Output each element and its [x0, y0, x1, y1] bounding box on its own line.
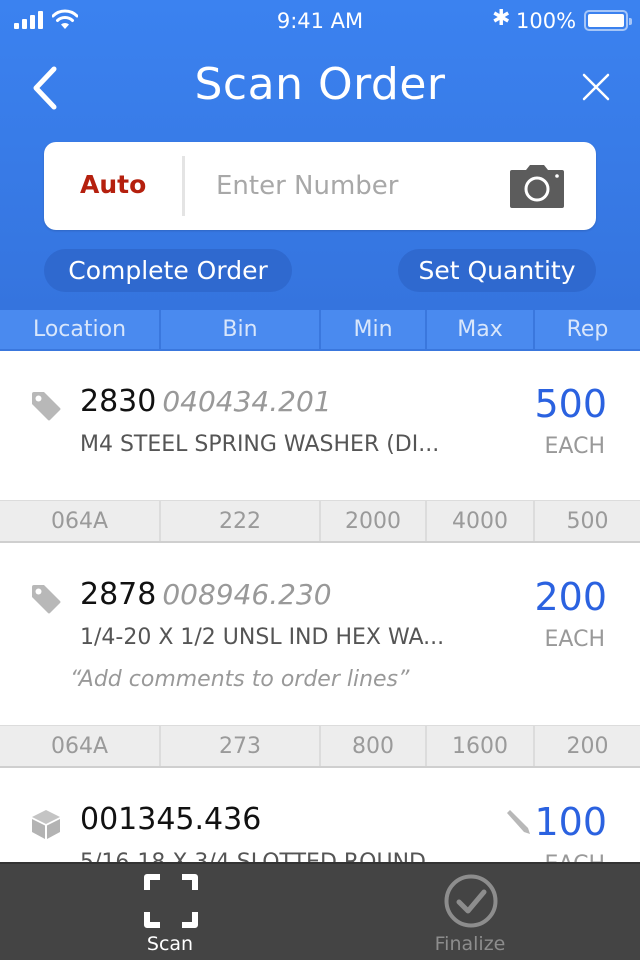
tab-scan-label: Scan — [146, 933, 194, 955]
column-header-bin: Bin — [161, 310, 321, 349]
tab-finalize-label: Finalize — [434, 933, 506, 955]
battery-icon — [584, 10, 632, 31]
tab-scan[interactable]: Scan — [90, 864, 250, 960]
column-header-max: Max — [427, 310, 535, 349]
detail-min: 2000 — [321, 501, 427, 541]
order-line[interactable]: 2830 040434.201 M4 STEEL SPRING WASHER (D… — [0, 352, 640, 500]
tab-bar: Scan Finalize — [0, 862, 640, 960]
search-divider — [182, 156, 185, 216]
header: 9:41 AM ✱ 100% Scan Order Auto Complete … — [0, 0, 640, 310]
status-bar: 9:41 AM ✱ 100% — [0, 0, 640, 42]
nav-bar: Scan Order — [0, 45, 640, 129]
detail-min: 800 — [321, 726, 427, 766]
item-sku: 040434.201 — [162, 385, 332, 418]
detail-location: 064A — [0, 501, 161, 541]
detail-rep: 200 — [566, 733, 609, 759]
scan-frame-icon — [144, 874, 198, 928]
checkmark-circle-icon — [444, 874, 498, 928]
detail-location: 064A — [0, 726, 161, 766]
detail-max: 1600 — [427, 726, 535, 766]
item-sku: 008946.230 — [162, 578, 332, 611]
column-header-location: Location — [0, 310, 161, 349]
detail-rep: 500 — [566, 508, 609, 534]
column-header-min: Min — [321, 310, 427, 349]
item-quantity[interactable]: 500 — [534, 382, 607, 426]
complete-order-button[interactable]: Complete Order — [44, 249, 292, 292]
order-line-details: 064A 222 2000 4000 500 — [0, 500, 640, 543]
camera-icon[interactable] — [510, 164, 564, 208]
close-button[interactable] — [580, 71, 612, 103]
bluetooth-icon: ✱ — [492, 6, 511, 31]
pencil-icon[interactable] — [504, 808, 532, 836]
detail-bin: 222 — [161, 501, 321, 541]
item-number: 001345.436 — [80, 802, 262, 837]
item-number: 2830 — [80, 384, 157, 419]
column-header-row: Location Bin Min Max Rep — [0, 310, 640, 351]
item-description: 1/4-20 X 1/2 UNSL IND HEX WA... — [80, 625, 445, 650]
order-line[interactable]: 2878 008946.230 1/4-20 X 1/2 UNSL IND HEX… — [0, 545, 640, 725]
tag-icon — [32, 392, 61, 421]
item-unit: EACH — [544, 627, 605, 652]
set-quantity-button[interactable]: Set Quantity — [398, 249, 596, 292]
cube-icon — [32, 810, 60, 839]
detail-bin: 273 — [161, 726, 321, 766]
item-quantity[interactable]: 100 — [534, 800, 607, 844]
item-number: 2878 — [80, 577, 157, 612]
item-comment[interactable]: “Add comments to order lines” — [70, 667, 409, 692]
scan-mode-toggle[interactable]: Auto — [80, 170, 146, 199]
tag-icon — [32, 585, 61, 614]
tab-finalize[interactable]: Finalize — [390, 864, 550, 960]
item-unit: EACH — [544, 434, 605, 459]
order-line-details: 064A 273 800 1600 200 — [0, 725, 640, 768]
page-title: Scan Order — [194, 59, 446, 110]
number-input[interactable] — [216, 164, 496, 208]
item-description: M4 STEEL SPRING WASHER (DI... — [80, 432, 440, 457]
battery-percent: 100% — [516, 9, 577, 33]
detail-max: 4000 — [427, 501, 535, 541]
item-quantity[interactable]: 200 — [534, 575, 607, 619]
search-box: Auto — [44, 142, 596, 230]
column-header-rep: Rep — [566, 317, 609, 342]
